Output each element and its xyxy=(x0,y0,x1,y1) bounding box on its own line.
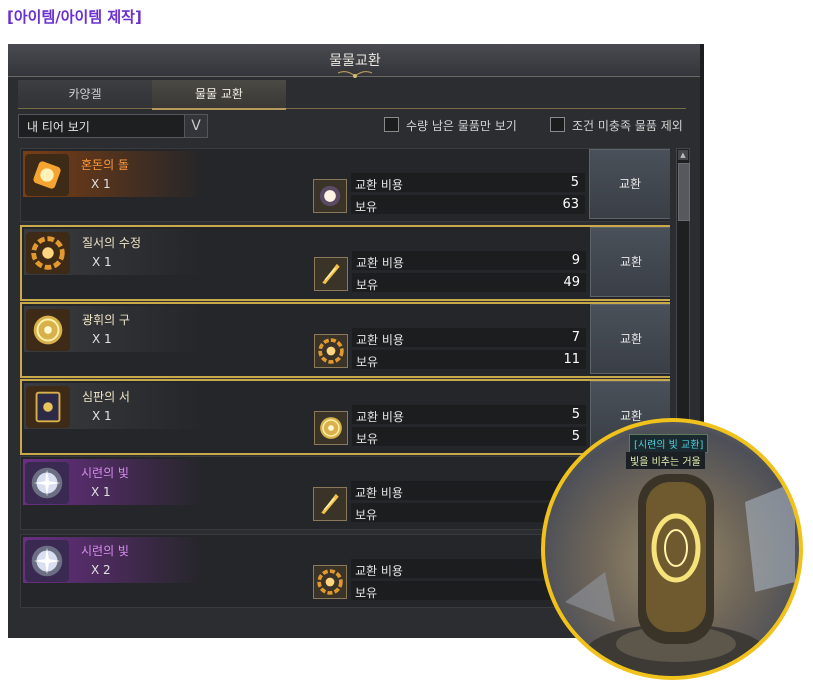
cost-row-value: 5 xyxy=(570,175,579,190)
checkbox-box[interactable] xyxy=(550,117,565,132)
owned-row-label: 보유 xyxy=(356,355,379,369)
reward-item: 심판의 서 X 1 xyxy=(22,381,308,451)
cost-row-label: 교환 비용 xyxy=(355,564,403,578)
cost-row-value: 9 xyxy=(571,253,580,268)
owned-row-label: 보유 xyxy=(355,200,378,214)
exchange-row: 질서의 수정 X 1 교환 비용 9 보유 49 교환 xyxy=(20,225,670,301)
checkbox-label: 조건 미충족 물품 제외 xyxy=(572,119,683,133)
cost-row-value: 5 xyxy=(571,407,580,422)
owned-row-label: 보유 xyxy=(356,432,379,446)
cost-row-value: 7 xyxy=(571,330,580,345)
reward-item: 질서의 수정 X 1 xyxy=(22,227,308,297)
preview-inset: [시련의 빛 교환] 빛을 비추는 거울 xyxy=(541,418,803,680)
reward-item: 시련의 빛 X 2 xyxy=(21,535,307,605)
owned-row: 보유 49 xyxy=(352,273,586,292)
cost-panel: 교환 비용 9 보유 49 xyxy=(352,251,586,295)
owned-row-value: 11 xyxy=(563,352,580,367)
item-quantity: X 1 xyxy=(92,255,112,269)
tab-barter[interactable]: 물물 교환 xyxy=(152,80,286,110)
cost-row: 교환 비용 5 xyxy=(351,173,585,192)
inset-caption-sub: 빛을 비추는 거울 xyxy=(626,452,705,469)
tab-kayangel[interactable]: 카양겔 xyxy=(18,80,152,108)
item-name: 시련의 빛 xyxy=(81,466,129,480)
cost-light-orb-icon xyxy=(313,179,347,213)
cost-row-label: 교환 비용 xyxy=(355,178,403,192)
item-name: 질서의 수정 xyxy=(82,236,142,250)
item-name: 시련의 빛 xyxy=(81,544,129,558)
item-quantity: X 2 xyxy=(91,563,111,577)
item-quantity: X 1 xyxy=(92,409,112,423)
cost-row: 교환 비용 7 xyxy=(352,328,586,347)
title-ornament-icon xyxy=(338,70,372,78)
cost-row-label: 교환 비용 xyxy=(356,333,404,347)
exchange-button[interactable]: 교환 xyxy=(590,227,670,297)
judgment-book-icon xyxy=(26,386,70,428)
checkbox-label: 수량 남은 물품만 보기 xyxy=(406,119,517,133)
owned-row-label: 보유 xyxy=(355,586,378,600)
chevron-down-icon[interactable]: V xyxy=(184,115,207,137)
cost-radiant-orb-icon xyxy=(314,411,348,445)
item-quantity: X 1 xyxy=(91,485,111,499)
tier-filter-dropdown[interactable]: 내 티어 보기 V xyxy=(18,114,208,138)
cost-golden-shard-icon xyxy=(314,257,348,291)
cost-row-label: 교환 비용 xyxy=(355,486,403,500)
reward-item: 시련의 빛 X 1 xyxy=(21,457,307,527)
cost-order-crystal-icon xyxy=(313,565,347,599)
tier-filter-value: 내 티어 보기 xyxy=(27,120,90,134)
scroll-thumb[interactable] xyxy=(678,163,690,221)
cost-row-label: 교환 비용 xyxy=(356,410,404,424)
trial-light-icon xyxy=(25,540,69,582)
cost-row-label: 교환 비용 xyxy=(356,256,404,270)
exchange-row: 혼돈의 돌 X 1 교환 비용 5 보유 63 교환 xyxy=(20,148,670,222)
trial-light-icon xyxy=(25,462,69,504)
owned-row: 보유 11 xyxy=(352,350,586,369)
owned-row-label: 보유 xyxy=(355,508,378,522)
exchange-button[interactable]: 교환 xyxy=(590,304,670,374)
item-quantity: X 1 xyxy=(92,332,112,346)
cost-golden-shard-icon xyxy=(313,487,347,521)
cost-panel: 교환 비용 5 보유 63 xyxy=(351,173,585,217)
item-name: 혼돈의 돌 xyxy=(81,158,129,172)
item-quantity: X 1 xyxy=(91,177,111,191)
reward-item: 혼돈의 돌 X 1 xyxy=(21,149,307,219)
cost-panel: 교환 비용 7 보유 11 xyxy=(352,328,586,372)
checkbox-box[interactable] xyxy=(384,117,399,132)
radiant-orb-icon xyxy=(26,309,70,351)
item-name: 광휘의 구 xyxy=(82,313,130,327)
owned-row-value: 49 xyxy=(563,275,580,290)
item-name: 심판의 서 xyxy=(82,390,130,404)
owned-row-value: 63 xyxy=(562,197,579,212)
page-heading: [아이템/아이템 제작] xyxy=(7,8,142,26)
reward-item: 광휘의 구 X 1 xyxy=(22,304,308,374)
owned-row: 보유 63 xyxy=(351,195,585,214)
inset-caption-title: [시련의 빛 교환] xyxy=(629,434,709,453)
scroll-up-icon[interactable]: ▲ xyxy=(678,150,688,160)
tab-bar: 카양겔 물물 교환 xyxy=(18,80,686,110)
exchange-row: 광휘의 구 X 1 교환 비용 7 보유 11 교환 xyxy=(20,302,670,378)
cost-order-crystal-icon xyxy=(314,334,348,368)
cost-row: 교환 비용 9 xyxy=(352,251,586,270)
window-titlebar: 물물교환 xyxy=(8,44,702,78)
exchange-button[interactable]: 교환 xyxy=(589,149,670,219)
order-crystal-icon xyxy=(26,232,70,274)
owned-row-label: 보유 xyxy=(356,278,379,292)
chaos-stone-icon xyxy=(25,154,69,196)
